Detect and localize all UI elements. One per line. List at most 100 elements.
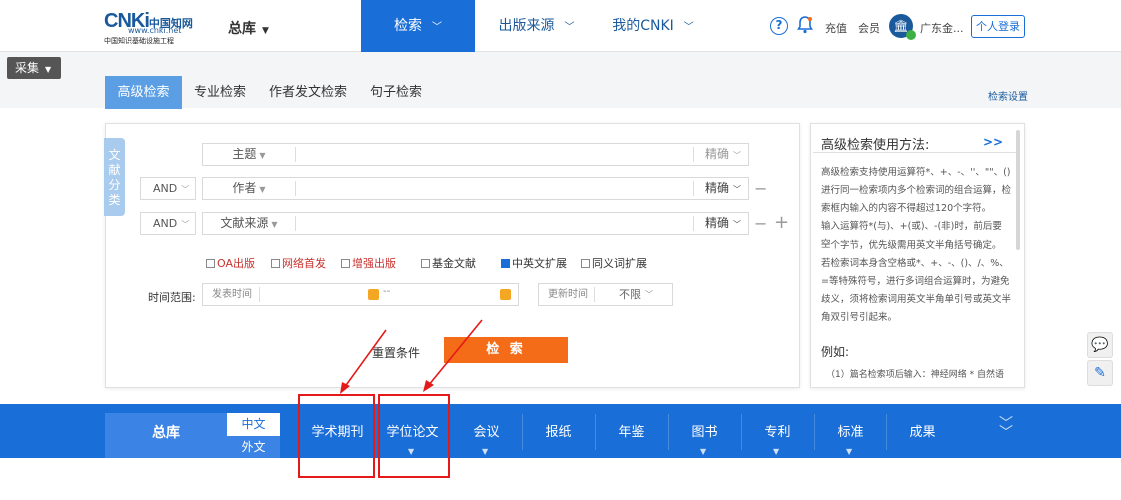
precision-select[interactable]: 精确 ﹀ [705,144,741,165]
update-time-value: 不限 [619,288,641,301]
precision-select[interactable]: 精确 ﹀ [705,213,741,234]
verified-icon [906,30,916,40]
option-synonym-expand[interactable]: 同义词扩展 [581,255,647,271]
caret-down-icon: ▼ [700,447,707,456]
checkbox[interactable] [581,259,590,268]
checkbox[interactable] [421,259,430,268]
institution-name[interactable]: 广东金... [920,20,964,36]
caret-down-icon: ▼ [45,65,52,74]
field-select-source[interactable]: 文献来源 ▼ [203,213,295,234]
calendar-icon[interactable] [500,289,511,300]
tab-author-search[interactable]: 作者发文检索 [264,76,352,109]
help-scrollbar[interactable] [1016,130,1020,250]
divider [886,414,887,450]
tab-advanced-search[interactable]: 高级检索 [105,76,182,109]
field-select-topic[interactable]: 主题 ▼ [203,144,295,165]
publish-start-input[interactable] [261,285,371,304]
help-line: 若检索词本身含空格或*、+、-、()、/、%、 [821,258,1009,269]
annotation-box-journals [298,394,375,478]
member-link[interactable]: 会员 [858,20,880,36]
nav-tab-search[interactable]: 检索 ﹀ [361,0,475,52]
nav-tab-my-cnki[interactable]: 我的CNKI ﹀ [598,0,708,52]
option-fund[interactable]: 基金文献 [421,255,476,271]
chevron-down-icon: ﹀ [733,220,742,229]
chevron-down-icon: ﹀ [181,185,190,194]
expand-more-icon[interactable]: ﹀ ﹀ [999,417,1013,440]
caret-down-icon: ▼ [271,220,278,229]
divider [295,181,296,196]
recharge-link[interactable]: 充值 [825,20,847,36]
option-online-first[interactable]: 网络首发 [271,255,326,271]
checkbox-checked[interactable] [501,259,510,268]
db-tab-newspaper[interactable]: 报纸 [522,421,595,440]
divider [693,147,694,162]
db-tab-yearbook[interactable]: 年鉴 [595,421,668,440]
tab-sentence-search[interactable]: 句子检索 [362,76,430,109]
category-side-tab[interactable]: 文献分类 [104,138,125,216]
divider [693,181,694,196]
chinese-toggle[interactable]: 中文 [227,413,280,436]
annotation-arrows [340,319,483,394]
divider [668,414,669,450]
checkbox[interactable] [271,259,280,268]
caret-down-icon: ▼ [262,26,269,36]
bool-label: AND [153,182,178,195]
bool-select-row-2[interactable]: AND ﹀ [140,177,196,200]
db-tab-standards[interactable]: 标准 [814,421,887,440]
edit-icon[interactable]: ✎ [1087,360,1113,386]
chevron-down-icon: ﹀ [564,22,575,33]
checkbox[interactable] [206,259,215,268]
remove-row-icon[interactable]: − [754,214,767,233]
divider [295,147,296,162]
institution-icon[interactable]: 🏛 [889,14,916,40]
update-time-select[interactable]: 更新时间 不限 ﹀ [538,283,673,306]
divider [595,414,596,450]
checkbox[interactable] [341,259,350,268]
personal-login-button[interactable]: 个人登录 [971,15,1025,38]
bool-select-row-3[interactable]: AND ﹀ [140,212,196,235]
cnki-logo[interactable]: CNKi中国知网 www.cnki.net 中国知识基础设施工程 [104,10,204,45]
precision-select[interactable]: 精确 ﹀ [705,178,741,199]
remove-row-icon[interactable]: − [754,179,767,198]
help-line: 进行同一检索项内多个检索词的组合运算，检 [821,185,1012,196]
help-icon[interactable]: ? [770,17,788,35]
db-tab-patents[interactable]: 专利 [741,421,814,440]
divider [295,216,296,231]
nav-tab-label: 我的CNKI [612,18,674,34]
help-title: 高级检索使用方法: [821,138,930,153]
divider [813,152,1020,153]
field-select-author[interactable]: 作者 ▼ [203,178,295,199]
foreign-toggle[interactable]: 外文 [227,437,280,458]
search-input-source[interactable] [297,214,691,233]
db-tab-books[interactable]: 图书 [668,421,741,440]
db-tab-achievements[interactable]: 成果 [886,421,959,440]
field-name: 文献来源 [220,216,269,230]
caret-down-icon: ▼ [482,447,489,456]
search-settings-link[interactable]: 检索设置 [988,88,1028,103]
feedback-icon[interactable]: 💬 [1087,332,1113,358]
publish-end-input[interactable] [399,285,495,304]
add-row-icon[interactable]: + [774,212,789,233]
chevron-down-icon: ﹀ [733,151,742,160]
time-separator: -- [383,286,391,297]
search-row-2: 作者 ▼ 精确 ﹀ [202,177,749,200]
option-oa[interactable]: OA出版 [206,255,255,271]
help-more-link[interactable]: >> [983,135,1003,149]
nav-tab-publication-source[interactable]: 出版来源 ﹀ [478,0,595,52]
option-enhanced[interactable]: 增强出版 [341,255,396,271]
nav-tab-label: 检索 [394,18,422,34]
search-input-topic[interactable] [297,145,691,164]
calendar-icon[interactable] [368,289,379,300]
option-cn-en-expand[interactable]: 中英文扩展 [501,255,567,271]
tab-professional-search[interactable]: 专业检索 [186,76,254,109]
db-tab-conference[interactable]: 会议 [450,421,523,440]
divider [814,414,815,450]
field-name: 主题 [232,147,257,161]
option-label: 基金文献 [432,257,476,270]
precision-label: 精确 [705,181,730,195]
bell-icon[interactable] [797,16,813,38]
database-selector[interactable]: 总库 ▼ [228,18,269,38]
chevron-down-icon: ﹀ [645,290,653,299]
collect-button[interactable]: 采集 ▼ [7,57,61,79]
search-input-author[interactable] [297,179,691,198]
